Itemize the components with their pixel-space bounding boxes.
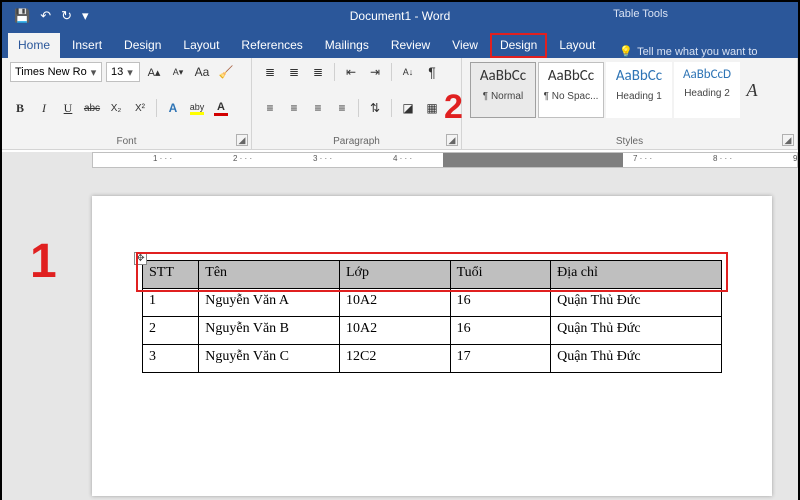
horizontal-ruler[interactable]: 3 · · · 2 · · · 1 · · · · · · 1 · · · 2 … <box>92 152 798 168</box>
bold-button[interactable]: B <box>10 98 30 118</box>
document-table[interactable]: STT Tên Lớp Tuổi Địa chỉ 1Nguyễn Văn A10… <box>142 260 722 373</box>
table-cell[interactable]: Quận Thủ Đức <box>551 289 722 317</box>
underline-button[interactable]: U <box>58 98 78 118</box>
table-cell[interactable]: 17 <box>450 345 551 373</box>
style-normal[interactable]: AaBbCc ¶ Normal <box>470 62 536 118</box>
tab-references[interactable]: References <box>231 33 312 58</box>
table-tools-label: Table Tools <box>613 8 668 20</box>
table-row[interactable]: 3Nguyễn Văn C12C217Quận Thủ Đức <box>143 345 722 373</box>
numbering-button[interactable]: ≣ <box>284 62 304 82</box>
align-right-button[interactable]: ≡ <box>308 98 328 118</box>
table-cell[interactable]: 10A2 <box>340 317 451 345</box>
table-cell[interactable]: 12C2 <box>340 345 451 373</box>
tab-table-layout[interactable]: Layout <box>549 33 605 58</box>
font-dialog-launcher[interactable]: ◢ <box>236 134 248 146</box>
tell-me[interactable]: 💡 Tell me what you want to <box>607 45 757 58</box>
bullets-button[interactable]: ≣ <box>260 62 280 82</box>
borders-button[interactable]: ▦ <box>422 98 442 118</box>
undo-icon[interactable]: ↶ <box>40 8 51 24</box>
th-lop[interactable]: Lớp <box>340 261 451 289</box>
group-styles: AaBbCc ¶ Normal AaBbCc ¶ No Spac... AaBb… <box>462 58 798 149</box>
clear-formatting-button[interactable]: 🧹 <box>216 62 236 82</box>
tab-table-design[interactable]: Design <box>490 33 547 58</box>
table-cell[interactable]: Quận Thủ Đức <box>551 345 722 373</box>
group-font: Times New Ro▾ 13▾ A▴ A▾ Aa 🧹 B I U abc X… <box>2 58 252 149</box>
superscript-button[interactable]: X² <box>130 98 150 118</box>
change-case-button[interactable]: Aa <box>192 62 212 82</box>
style-heading-2[interactable]: AaBbCcD Heading 2 <box>674 62 740 118</box>
subscript-button[interactable]: X₂ <box>106 98 126 118</box>
sort-button[interactable]: A↓ <box>398 62 418 82</box>
table-cell[interactable]: 2 <box>143 317 199 345</box>
lightbulb-icon: 💡 <box>619 45 633 58</box>
tab-home[interactable]: Home <box>8 33 60 58</box>
increase-indent-button[interactable]: ⇥ <box>365 62 385 82</box>
strikethrough-button[interactable]: abc <box>82 98 102 118</box>
show-marks-button[interactable]: ¶ <box>422 62 442 82</box>
th-diachi[interactable]: Địa chỉ <box>551 261 722 289</box>
page[interactable]: ✥ STT Tên Lớp Tuổi Địa chỉ 1Nguyễn Văn A… <box>92 196 772 496</box>
table-cell[interactable]: 16 <box>450 289 551 317</box>
table-cell[interactable]: Quận Thủ Đức <box>551 317 722 345</box>
table-row[interactable]: 1Nguyễn Văn A10A216Quận Thủ Đức <box>143 289 722 317</box>
document-title: Document1 - Word <box>350 9 450 23</box>
decrease-indent-button[interactable]: ⇤ <box>341 62 361 82</box>
th-ten[interactable]: Tên <box>199 261 340 289</box>
tell-me-text: Tell me what you want to <box>637 46 757 58</box>
ribbon: Times New Ro▾ 13▾ A▴ A▾ Aa 🧹 B I U abc X… <box>2 58 798 150</box>
group-paragraph: ≣ ≣ ≣ ⇤ ⇥ A↓ ¶ ≡ ≡ ≡ ≡ ⇅ ◪ ▦ Paragraph ◢… <box>252 58 462 149</box>
table-cell[interactable]: 3 <box>143 345 199 373</box>
table-cell[interactable]: 10A2 <box>340 289 451 317</box>
shrink-font-button[interactable]: A▾ <box>168 62 188 82</box>
grow-font-button[interactable]: A▴ <box>144 62 164 82</box>
style-heading-1[interactable]: AaBbCc Heading 1 <box>606 62 672 118</box>
th-stt[interactable]: STT <box>143 261 199 289</box>
tab-mailings[interactable]: Mailings <box>315 33 379 58</box>
align-left-button[interactable]: ≡ <box>260 98 280 118</box>
styles-more-button[interactable]: A <box>742 80 762 100</box>
align-center-button[interactable]: ≡ <box>284 98 304 118</box>
highlight-button[interactable]: aby <box>187 97 207 119</box>
font-size-combo[interactable]: 13▾ <box>106 62 140 82</box>
ribbon-tabs: Home Insert Design Layout References Mai… <box>2 30 798 58</box>
line-spacing-button[interactable]: ⇅ <box>365 98 385 118</box>
group-paragraph-label: Paragraph <box>260 134 453 147</box>
font-color-button[interactable]: A <box>211 97 231 119</box>
table-cell[interactable]: 16 <box>450 317 551 345</box>
ruler-area: 3 · · · 2 · · · 1 · · · · · · 1 · · · 2 … <box>2 152 798 172</box>
shading-button[interactable]: ◪ <box>398 98 418 118</box>
redo-icon[interactable]: ↻ <box>61 8 72 24</box>
table-cell[interactable]: Nguyễn Văn A <box>199 289 340 317</box>
annotation-1: 1 <box>30 234 57 289</box>
document-area: 1 ✥ STT Tên Lớp Tuổi Địa chỉ 1Nguyễn Văn… <box>2 172 798 500</box>
title-bar: 💾 ↶ ↻ ▾ Document1 - Word Table Tools <box>2 2 798 30</box>
styles-dialog-launcher[interactable]: ◢ <box>782 134 794 146</box>
text-effects-button[interactable]: A <box>163 98 183 118</box>
group-styles-label: Styles <box>470 134 789 147</box>
qat-more-icon[interactable]: ▾ <box>82 8 89 24</box>
tab-view[interactable]: View <box>442 33 488 58</box>
table-cell[interactable]: Nguyễn Văn C <box>199 345 340 373</box>
tab-design[interactable]: Design <box>114 33 171 58</box>
tab-layout[interactable]: Layout <box>173 33 229 58</box>
save-icon[interactable]: 💾 <box>14 8 30 24</box>
italic-button[interactable]: I <box>34 98 54 118</box>
table-cell[interactable]: Nguyễn Văn B <box>199 317 340 345</box>
table-header-row[interactable]: STT Tên Lớp Tuổi Địa chỉ <box>143 261 722 289</box>
tab-review[interactable]: Review <box>381 33 440 58</box>
table-cell[interactable]: 1 <box>143 289 199 317</box>
table-move-handle-icon[interactable]: ✥ <box>134 252 147 265</box>
table-row[interactable]: 2Nguyễn Văn B10A216Quận Thủ Đức <box>143 317 722 345</box>
th-tuoi[interactable]: Tuổi <box>450 261 551 289</box>
quick-access-toolbar: 💾 ↶ ↻ ▾ <box>2 8 89 24</box>
multilevel-button[interactable]: ≣ <box>308 62 328 82</box>
style-no-spacing[interactable]: AaBbCc ¶ No Spac... <box>538 62 604 118</box>
font-name-combo[interactable]: Times New Ro▾ <box>10 62 102 82</box>
paragraph-dialog-launcher[interactable]: ◢ <box>446 134 458 146</box>
justify-button[interactable]: ≡ <box>332 98 352 118</box>
tab-insert[interactable]: Insert <box>62 33 112 58</box>
group-font-label: Font <box>10 134 243 147</box>
